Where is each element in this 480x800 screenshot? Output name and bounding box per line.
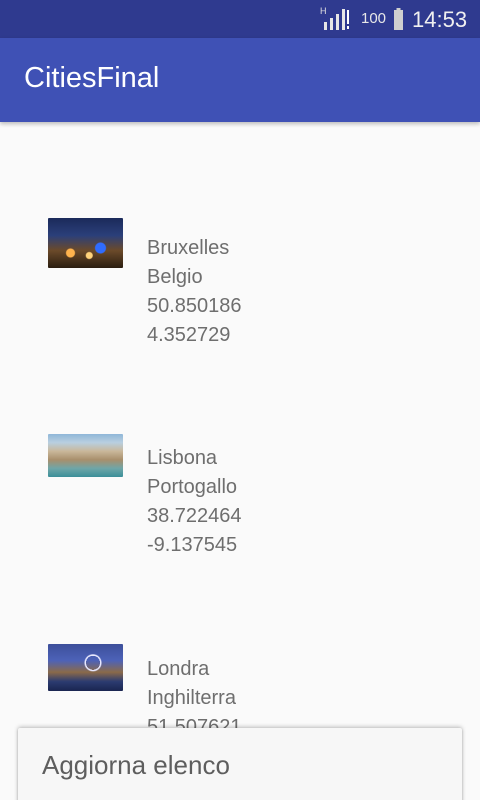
city-thumbnail bbox=[48, 434, 123, 477]
network-type-label: H bbox=[320, 6, 327, 16]
city-latitude: 50.850186 bbox=[147, 295, 242, 317]
city-latitude: 38.722464 bbox=[147, 505, 242, 527]
city-list-item[interactable]: Bruxelles Belgio 50.850186 4.352729 bbox=[48, 218, 448, 358]
city-details: Bruxelles Belgio 50.850186 4.352729 bbox=[147, 234, 242, 350]
city-thumbnail bbox=[48, 644, 123, 691]
city-country: Belgio bbox=[147, 266, 203, 288]
screen: H 100 14:53 CitiesFinal Bruxelles Belgio… bbox=[0, 0, 480, 800]
status-bar: H 100 14:53 bbox=[0, 0, 480, 38]
refresh-list-label: Aggiorna elenco bbox=[42, 750, 230, 780]
city-name: Londra bbox=[147, 658, 210, 680]
city-details: Lisbona Portogallo 38.722464 -9.137545 bbox=[147, 444, 242, 560]
city-name: Bruxelles bbox=[147, 237, 230, 259]
battery-icon bbox=[394, 8, 403, 30]
battery-percent: 100 bbox=[361, 10, 387, 27]
status-clock: 14:53 bbox=[412, 7, 468, 32]
city-longitude: 4.352729 bbox=[147, 324, 231, 346]
city-thumbnail bbox=[48, 218, 123, 268]
refresh-list-button[interactable]: Aggiorna elenco bbox=[18, 728, 462, 800]
city-country: Inghilterra bbox=[147, 687, 236, 709]
city-name: Lisbona bbox=[147, 447, 218, 469]
city-list-item[interactable]: Lisbona Portogallo 38.722464 -9.137545 bbox=[48, 434, 448, 573]
signal-strength-icon: H bbox=[320, 6, 349, 30]
app-title: CitiesFinal bbox=[24, 62, 160, 94]
city-longitude: -9.137545 bbox=[147, 534, 238, 556]
city-country: Portogallo bbox=[147, 476, 238, 498]
app-bar: CitiesFinal bbox=[0, 38, 480, 122]
